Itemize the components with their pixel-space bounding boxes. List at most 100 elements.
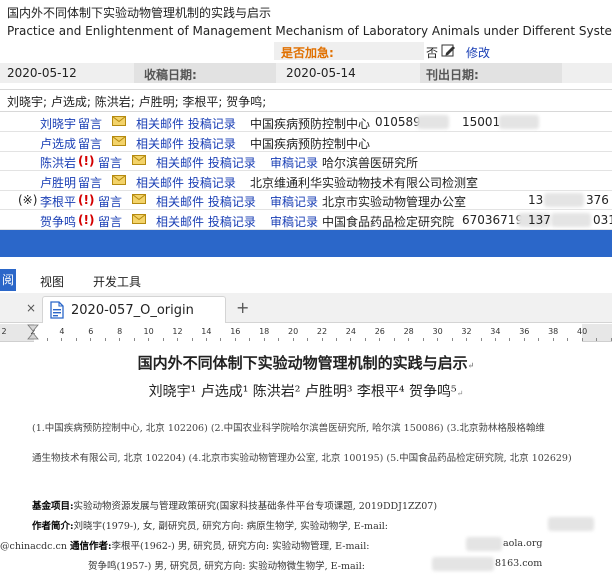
indent-marker-icon[interactable] (27, 324, 39, 342)
ruler-tick (205, 338, 207, 341)
author-row: (※) 李根平 (!) 留言 相关邮件 投稿记录 审稿记录 北京市实验动物管理办公室 13 37… (0, 191, 612, 210)
ruler-number: 40 (577, 327, 588, 336)
authors-list: 刘晓宇; 卢选成; 陈洪岩; 卢胜明; 李根平; 贺争鸣; (7, 95, 267, 109)
ruler-number: 36 (519, 327, 530, 336)
mail-icon[interactable] (112, 115, 126, 126)
urgent-value: 否 (426, 46, 439, 60)
email-2-tail: aola.org (503, 538, 543, 549)
ruler-number: 16 (230, 327, 241, 336)
related-mail-links[interactable]: 相关邮件 投稿记录 (156, 213, 256, 230)
author-name-link[interactable]: 李根平 (40, 193, 76, 210)
author-name-link[interactable]: 陈洪岩 (40, 154, 76, 171)
ruler-number: 4 (59, 327, 65, 336)
document-tab-bar: × 2020-057_O_origin + (0, 293, 612, 323)
message-link[interactable]: 留言 (78, 115, 102, 132)
redacted-email (548, 517, 594, 531)
ruler-tick (422, 338, 424, 341)
author-name-link[interactable]: 卢选成 (40, 135, 76, 152)
divider (0, 111, 612, 112)
redacted-mobile (544, 193, 584, 207)
mail-icon[interactable] (112, 135, 126, 146)
message-link[interactable]: 留言 (98, 193, 122, 210)
author-organization: 北京维通利华实验动物技术有限公司检测室 (250, 175, 479, 190)
ruler-tick (538, 338, 540, 341)
ruler-tick (451, 338, 453, 341)
menu-view[interactable]: 视图 (40, 273, 64, 290)
ruler-tick (494, 338, 496, 341)
ruler-tick (408, 338, 410, 341)
author-row: 贺争鸣 (!) 留言 相关邮件 投稿记录 审稿记录 中国食品药品检定研究院 67036719… (0, 211, 612, 230)
redacted-email (466, 537, 502, 551)
review-record-link[interactable]: 审稿记录 (270, 154, 318, 171)
add-tab-icon[interactable]: + (236, 298, 249, 317)
mail-icon[interactable] (132, 213, 146, 224)
message-link[interactable]: 留言 (78, 135, 102, 152)
related-mail-links[interactable]: 相关邮件 投稿记录 (136, 135, 236, 152)
ruler-tick (336, 338, 337, 341)
author-name-link[interactable]: 刘晓宇 (40, 115, 76, 132)
related-mail-links[interactable]: 相关邮件 投稿记录 (156, 154, 256, 171)
published-label: 刊出日期: (426, 68, 479, 82)
app-title-bar (0, 230, 612, 257)
mobile-number-tail: 376 (586, 193, 609, 207)
ruler-tick (278, 338, 280, 341)
close-icon[interactable]: × (26, 301, 36, 315)
ruler-number: 18 (259, 327, 270, 336)
author-name-link[interactable]: 贺争鸣 (40, 213, 76, 230)
ruler-tick (133, 338, 135, 341)
author-organization: 中国食品药品检定研究院 (322, 214, 455, 229)
fund-text: 实验动物资源发展与管理政策研究(国家科技基础条件平台专项课题, 2019DDJ1… (73, 501, 438, 512)
message-link[interactable]: 留言 (98, 213, 122, 230)
mail-icon[interactable] (132, 154, 146, 165)
menu-bar: 阅 视图 开发工具 (0, 267, 612, 293)
ruler-tick (480, 338, 482, 341)
corr-line: @chinacdc.cn 通信作者:李根平(1962-) 男, 研究员, 研究方… (0, 538, 369, 552)
redacted-email (432, 557, 494, 571)
manuscript-info-panel: 国内外不同体制下实验动物管理机制的实践与启示 Practice and Enli… (0, 0, 612, 230)
flag-mark: (!) (78, 212, 95, 227)
phone-number: 67036719 (462, 212, 524, 227)
ruler-tick (523, 338, 525, 341)
menu-review[interactable]: 阅 (0, 269, 16, 291)
ruler-tick (191, 338, 193, 341)
author-organization: 中国疾病预防控制中心 (250, 117, 371, 131)
horizontal-ruler[interactable]: 2246810121416182022242628303234363840 (0, 324, 612, 342)
ruler-tick (234, 338, 236, 341)
ruler-tick (307, 338, 309, 341)
ruler-tick (263, 338, 265, 341)
ruler-tick (552, 338, 554, 341)
related-mail-links[interactable]: 相关邮件 投稿记录 (136, 174, 236, 191)
ruler-tick (350, 338, 352, 341)
ruler-tick (364, 338, 366, 341)
related-mail-links[interactable]: 相关邮件 投稿记录 (136, 115, 236, 132)
document-tab[interactable]: 2020-057_O_origin (42, 296, 226, 323)
urgent-label: 是否加急: (281, 46, 334, 60)
ruler-number: 30 (432, 327, 443, 336)
divider (0, 89, 612, 90)
article-title-zh: 国内外不同体制下实验动物管理机制的实践与启示 (7, 6, 272, 20)
ruler-tick (75, 338, 77, 341)
author-row: 陈洪岩 (!) 留言 相关邮件 投稿记录 审稿记录 哈尔滨兽医研究所 (0, 152, 612, 171)
ruler-tick (610, 338, 612, 341)
document-editor: 阅 视图 开发工具 × 2020-057_O_origin + 22468101… (0, 257, 612, 577)
ruler-number: 24 (345, 327, 356, 336)
ruler-tick (61, 338, 63, 341)
author-row: 卢选成 留言 相关邮件 投稿记录 中国疾病预防控制中心 (0, 133, 612, 152)
affiliation-line-1: (1.中国疾病预防控制中心, 北京 102206) (2.中国农业科学院哈尔滨兽… (32, 423, 545, 434)
message-link[interactable]: 留言 (78, 174, 102, 191)
edit-icon[interactable] (441, 43, 456, 58)
menu-developer[interactable]: 开发工具 (93, 273, 141, 290)
author-name-link[interactable]: 卢胜明 (40, 174, 76, 191)
mail-icon[interactable] (132, 193, 146, 204)
related-mail-links[interactable]: 相关邮件 投稿记录 (156, 193, 256, 210)
message-link[interactable]: 留言 (98, 154, 122, 171)
ruler-tick (379, 338, 381, 341)
he-line: 贺争鸣(1957-) 男, 研究员, 研究方向: 实验动物微生物学, E-mai… (88, 561, 365, 572)
ruler-number: 26 (374, 327, 385, 336)
mail-icon[interactable] (112, 174, 126, 185)
review-record-link[interactable]: 审稿记录 (270, 193, 318, 210)
bio-text: 刘晓宇(1979-), 女, 副研究员, 研究方向: 病原生物学, 实验动物学,… (73, 521, 389, 532)
review-record-link[interactable]: 审稿记录 (270, 213, 318, 230)
ruler-tick (104, 338, 106, 341)
modify-link[interactable]: 修改 (466, 44, 490, 61)
